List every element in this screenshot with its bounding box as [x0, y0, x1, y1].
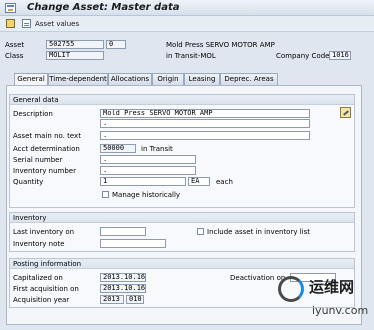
acct-determination-field[interactable]: 50000 — [100, 144, 136, 153]
capitalized-on-label: Capitalized on — [13, 274, 63, 282]
acct-determination-desc: in Transit — [141, 145, 173, 153]
unit-field[interactable]: EA — [188, 177, 210, 186]
description-field[interactable]: Mold Press SERVO MOTOR AMP — [100, 109, 310, 118]
edit-text-icon[interactable] — [340, 107, 351, 118]
watermark-url-text: iyunv.com — [312, 304, 369, 317]
acct-determination-label: Acct determination — [13, 145, 80, 153]
description2-field[interactable]: . — [100, 119, 310, 128]
app-menu-icon[interactable] — [5, 3, 16, 13]
content-area: Asset 502755 0 Mold Press SERVO MOTOR AM… — [0, 33, 374, 330]
acquisition-year-field[interactable]: 2013 — [100, 295, 124, 304]
inventory-number-field[interactable]: . — [100, 166, 196, 175]
acquisition-year-label: Acquisition year — [13, 296, 70, 304]
manage-historically-checkbox[interactable] — [102, 191, 109, 198]
company-code-field[interactable]: 1016 — [329, 51, 351, 60]
asset-number-field[interactable]: 502755 — [46, 40, 104, 49]
serial-number-field[interactable]: . — [100, 155, 196, 164]
tab-allocations[interactable]: Allocations — [108, 73, 152, 85]
tab-leasing[interactable]: Leasing — [184, 73, 220, 85]
inventory-title: Inventory — [10, 213, 354, 223]
general-data-title: General data — [10, 95, 354, 105]
asset-main-text-field[interactable]: . — [100, 131, 310, 140]
first-acquisition-label: First acquisition on — [13, 285, 79, 293]
inventory-group: Inventory Last inventory on Include asse… — [9, 212, 355, 252]
company-code-label: Company Code — [276, 52, 330, 60]
last-inventory-label: Last inventory on — [13, 228, 75, 236]
include-inventory-label: Include asset in inventory list — [207, 228, 310, 236]
asset-label: Asset — [5, 41, 25, 49]
tab-deprec-areas[interactable]: Deprec. Areas — [220, 73, 278, 85]
asset-values-button[interactable]: Asset values — [35, 20, 79, 28]
capitalized-on-field[interactable]: 2013.10.16 — [100, 273, 146, 282]
watermark-logo-icon — [278, 276, 304, 302]
inventory-note-label: Inventory note — [13, 240, 65, 248]
class-label: Class — [5, 52, 24, 60]
asset-description-text: Mold Press SERVO MOTOR AMP — [166, 41, 275, 49]
asset-main-text-label: Asset main no. text — [13, 132, 81, 140]
class-field[interactable]: MOLIT — [46, 51, 104, 60]
quantity-field[interactable]: 1 — [100, 177, 186, 186]
unit-description: each — [216, 178, 233, 186]
toolbar: Asset values — [0, 16, 374, 32]
window-title: Change Asset: Master data — [27, 2, 180, 13]
first-acquisition-field[interactable]: 2013.10.16 — [100, 284, 146, 293]
asset-values-icon[interactable] — [22, 19, 31, 28]
watermark: 运维网 iyunv.com — [278, 272, 370, 324]
posting-info-title: Posting information — [10, 259, 354, 269]
manage-historically-label: Manage historically — [112, 191, 181, 199]
inventory-number-label: Inventory number — [13, 167, 76, 175]
serial-number-label: Serial number — [13, 156, 63, 164]
folder-icon[interactable] — [6, 19, 15, 28]
title-bar: Change Asset: Master data — [0, 0, 374, 16]
asset-subnumber-field[interactable]: 0 — [106, 40, 126, 49]
acquisition-period-field[interactable]: 010 — [126, 295, 144, 304]
tab-origin[interactable]: Origin — [152, 73, 184, 85]
inventory-note-field[interactable] — [100, 239, 166, 248]
general-data-group: General data Description Mold Press SERV… — [9, 94, 355, 208]
include-inventory-checkbox[interactable] — [197, 228, 204, 235]
tab-time-dependent[interactable]: Time-dependent — [48, 73, 108, 85]
quantity-label: Quantity — [13, 178, 44, 186]
class-description-text: in Transit-MOL — [166, 52, 216, 60]
watermark-cn-text: 运维网 — [309, 278, 355, 296]
description-label: Description — [13, 110, 53, 118]
last-inventory-field[interactable] — [100, 227, 146, 236]
